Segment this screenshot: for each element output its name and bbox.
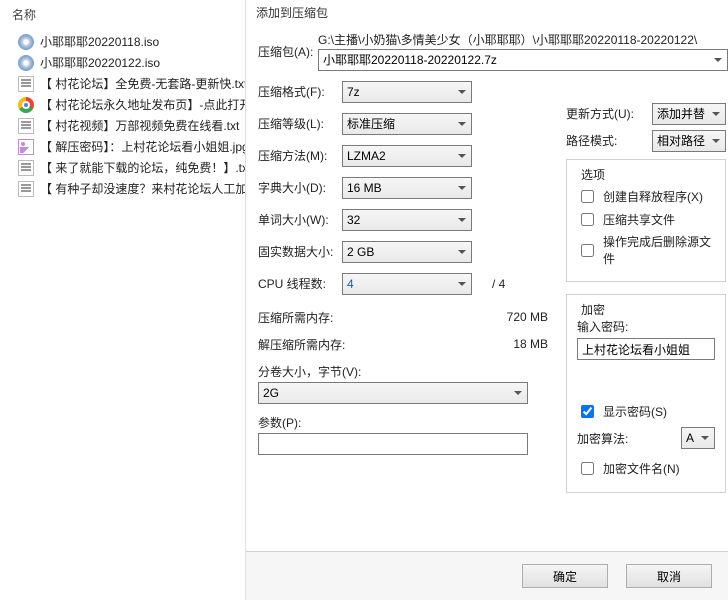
ok-button[interactable]: 确定 — [522, 564, 608, 588]
mem-compress-label: 压缩所需内存: — [258, 309, 478, 326]
file-name: 【 有种子却没速度？来村花论坛人工加… — [40, 180, 245, 197]
param-input[interactable] — [258, 433, 528, 455]
file-row[interactable]: 【 来了就能下载的论坛，纯免费！】.txt — [0, 157, 245, 178]
opt-sfx[interactable]: 创建自释放程序(X) — [577, 187, 715, 206]
txt-icon — [18, 76, 34, 92]
encrypt-names[interactable]: 加密文件名(N) — [577, 459, 715, 478]
method-label: 压缩方法(M): — [258, 147, 342, 164]
file-name: 【 来了就能下载的论坛，纯免费！】.txt — [40, 159, 245, 176]
dialog-title: 添加到压缩包 — [246, 0, 728, 25]
file-name: 【 解压密码】：上村花论坛看小姐姐.jpg — [40, 138, 245, 155]
level-label: 压缩等级(L): — [258, 115, 342, 132]
word-select[interactable]: 32 — [342, 209, 472, 231]
file-list: 小耶耶耶20220118.iso 小耶耶耶20220122.iso 【 村花论坛】全… — [0, 31, 245, 199]
file-name: 小耶耶耶20220122.iso — [40, 54, 160, 71]
opt-share-checkbox[interactable] — [581, 213, 594, 226]
txt-icon — [18, 160, 34, 176]
archive-directory: G:\主播\小奶猫\多情美少女（小耶耶耶）\小耶耶耶20220118-20220… — [318, 33, 728, 49]
show-password[interactable]: 显示密码(S) — [577, 402, 715, 421]
enc-method-select[interactable]: AE — [681, 427, 715, 449]
encryption-group: 加密 输入密码: 显示密码(S) 加密算法:AE 加密文件名(N) — [566, 294, 726, 493]
txt-icon — [18, 181, 34, 197]
password-label: 输入密码: — [577, 318, 715, 335]
param-label: 参数(P): — [258, 414, 548, 431]
format-label: 压缩格式(F): — [258, 83, 342, 100]
file-name: 【 村花视频】万部视频免费在线看.txt — [40, 117, 239, 134]
options-legend: 选项 — [577, 166, 609, 183]
solid-select[interactable]: 2 GB — [342, 241, 472, 263]
level-select[interactable]: 标准压缩 — [342, 113, 472, 135]
txt-icon — [18, 118, 34, 134]
opt-share[interactable]: 压缩共享文件 — [577, 210, 715, 229]
disc-icon — [18, 34, 34, 50]
update-label: 更新方式(U): — [566, 105, 642, 122]
opt-delete-checkbox[interactable] — [581, 244, 594, 257]
jpg-icon — [18, 139, 34, 155]
file-name: 【 村花论坛永久地址发布页】-点此打开 — [40, 96, 245, 113]
file-name: 【 村花论坛】全免费-无套路-更新快.txt — [40, 75, 245, 92]
dialog-buttons: 确定 取消 — [246, 551, 728, 600]
show-password-checkbox[interactable] — [581, 405, 594, 418]
cpu-max: / 4 — [492, 277, 505, 291]
pathmode-select[interactable]: 相对路径 — [652, 130, 726, 152]
pathmode-label: 路径模式: — [566, 132, 642, 149]
solid-label: 固实数据大小: — [258, 243, 342, 260]
password-input[interactable] — [577, 338, 715, 360]
options-group: 选项 创建自释放程序(X) 压缩共享文件 操作完成后删除源文件 — [566, 159, 726, 282]
dict-label: 字典大小(D): — [258, 179, 342, 196]
cpu-select[interactable]: 4 — [342, 273, 472, 295]
mem-decompress-label: 解压缩所需内存: — [258, 336, 478, 353]
file-row[interactable]: 小耶耶耶20220118.iso — [0, 31, 245, 52]
mem-decompress-value: 18 MB — [478, 337, 548, 351]
file-list-panel: 名称 小耶耶耶20220118.iso 小耶耶耶20220122.iso 【 村花论… — [0, 0, 246, 600]
file-row[interactable]: 【 有种子却没速度？来村花论坛人工加… — [0, 178, 245, 199]
opt-sfx-checkbox[interactable] — [581, 190, 594, 203]
split-select[interactable]: 2G — [258, 382, 528, 404]
file-row[interactable]: 小耶耶耶20220122.iso — [0, 52, 245, 73]
column-header-name[interactable]: 名称 — [0, 0, 245, 31]
opt-delete[interactable]: 操作完成后删除源文件 — [577, 233, 715, 267]
archive-name-input[interactable] — [318, 49, 728, 71]
file-row[interactable]: 【 村花论坛永久地址发布页】-点此打开 — [0, 94, 245, 115]
format-select[interactable]: 7z — [342, 81, 472, 103]
file-name: 小耶耶耶20220118.iso — [40, 33, 159, 50]
split-label: 分卷大小，字节(V): — [258, 363, 548, 380]
file-row[interactable]: 【 村花论坛】全免费-无套路-更新快.txt — [0, 73, 245, 94]
word-label: 单词大小(W): — [258, 211, 342, 228]
enc-method-label: 加密算法: — [577, 430, 681, 447]
mem-compress-value: 720 MB — [478, 310, 548, 324]
update-select[interactable]: 添加并替 — [652, 103, 726, 125]
encryption-legend: 加密 — [577, 301, 609, 318]
cpu-label: CPU 线程数: — [258, 275, 342, 292]
window: 名称 小耶耶耶20220118.iso 小耶耶耶20220122.iso 【 村花论… — [0, 0, 728, 600]
cancel-button[interactable]: 取消 — [626, 564, 712, 588]
add-to-archive-dialog: 添加到压缩包 压缩包(A): G:\主播\小奶猫\多情美少女（小耶耶耶）\小耶耶… — [246, 0, 728, 600]
dict-select[interactable]: 16 MB — [342, 177, 472, 199]
encrypt-names-checkbox[interactable] — [581, 462, 594, 475]
file-row[interactable]: 【 村花视频】万部视频免费在线看.txt — [0, 115, 245, 136]
file-row[interactable]: 【 解压密码】：上村花论坛看小姐姐.jpg — [0, 136, 245, 157]
method-select[interactable]: LZMA2 — [342, 145, 472, 167]
disc-icon — [18, 55, 34, 71]
archive-label: 压缩包(A): — [258, 43, 318, 60]
chrome-icon — [18, 97, 34, 113]
